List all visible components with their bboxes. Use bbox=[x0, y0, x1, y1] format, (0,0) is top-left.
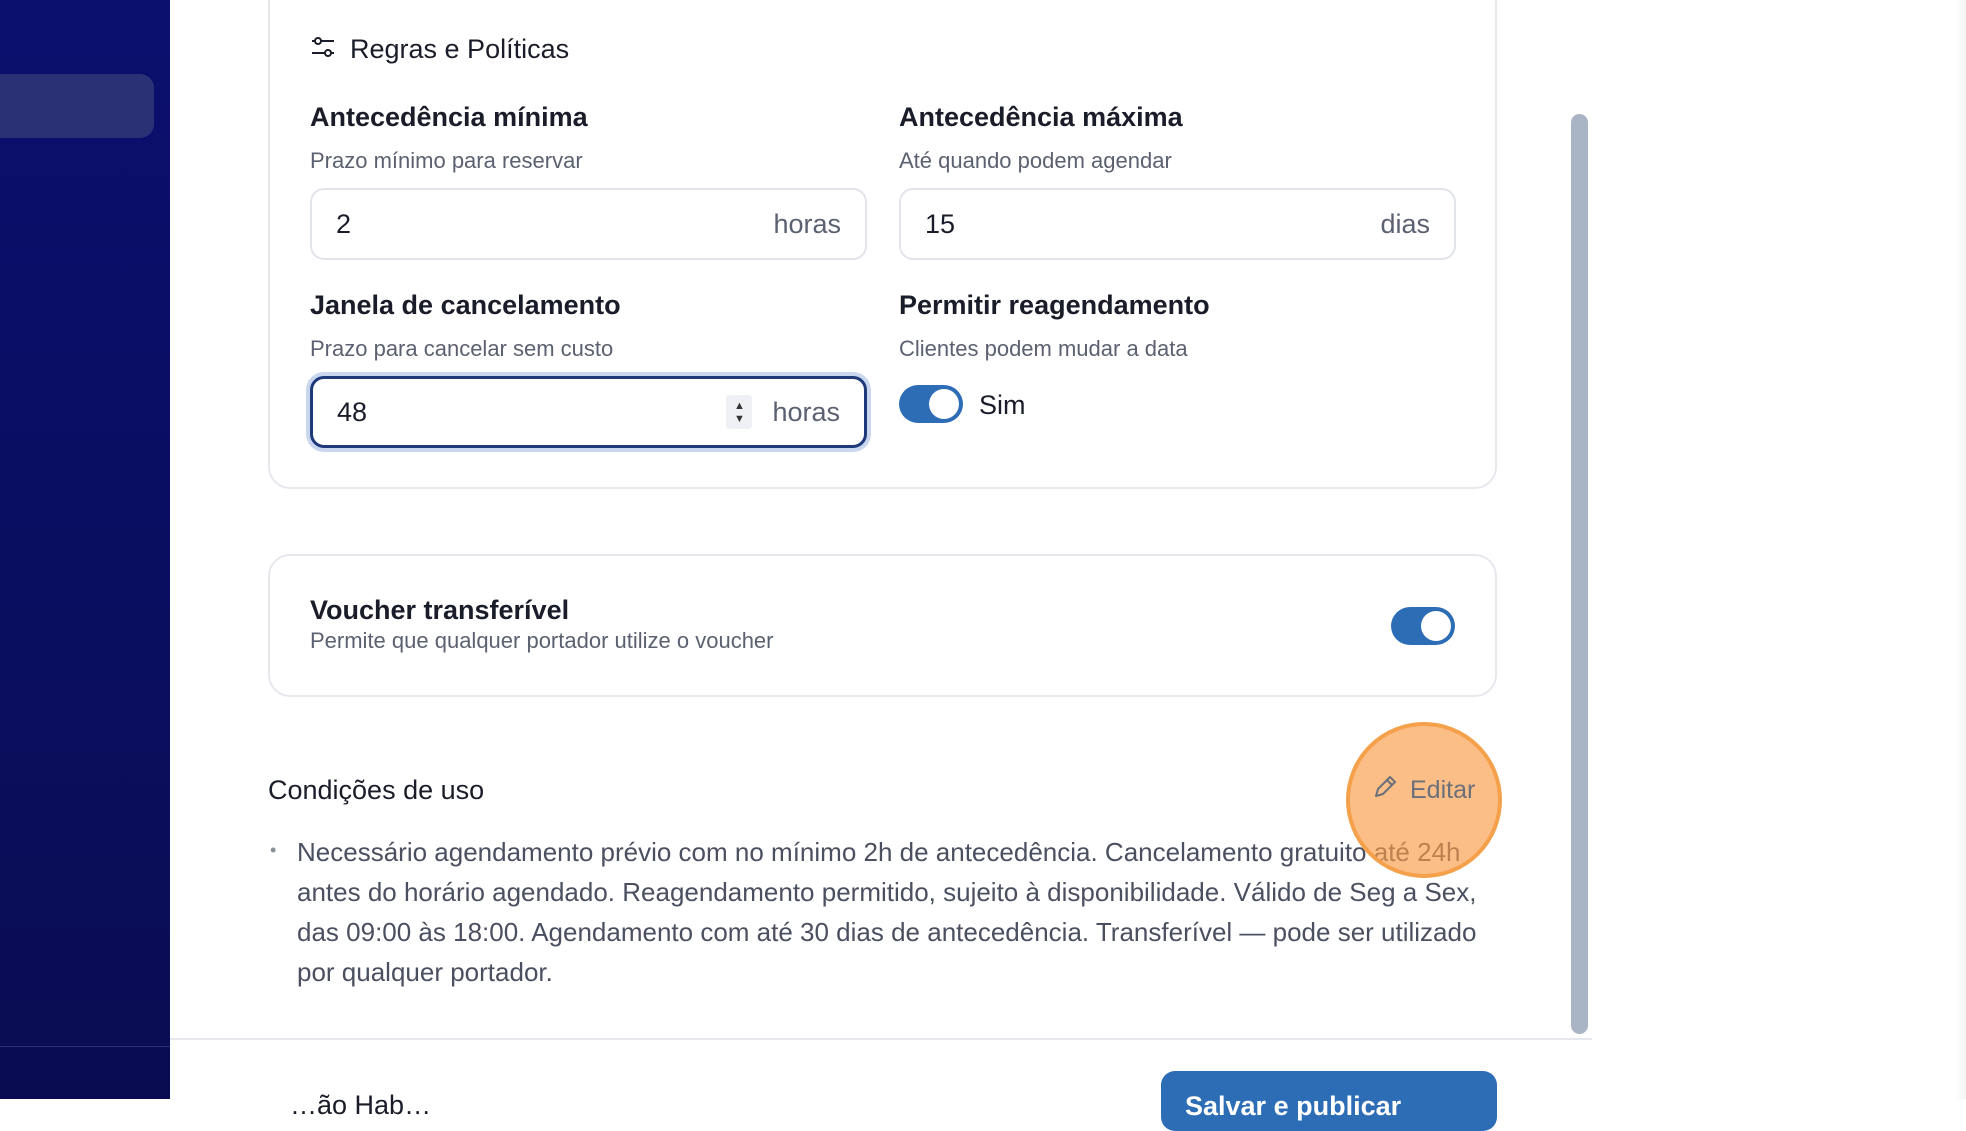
voucher-title: Voucher transferível bbox=[310, 595, 570, 625]
max-advance-value: 15 bbox=[925, 208, 956, 239]
number-stepper[interactable]: ▲ ▼ bbox=[726, 395, 753, 429]
footer-divider bbox=[170, 1038, 1592, 1040]
sidebar bbox=[0, 0, 170, 1099]
cancel-window-unit: horas bbox=[772, 396, 840, 427]
rules-section-header: Regras e Políticas bbox=[310, 34, 569, 65]
cancel-window-value: 48 bbox=[337, 396, 368, 427]
min-advance-input[interactable]: 2 horas bbox=[310, 188, 867, 260]
reschedule-toggle-label: Sim bbox=[979, 390, 1026, 420]
max-advance-help: Até quando podem agendar bbox=[899, 148, 1172, 173]
max-advance-unit: dias bbox=[1380, 208, 1430, 239]
min-advance-help: Prazo mínimo para reservar bbox=[310, 148, 583, 173]
edit-conditions-button[interactable]: Editar bbox=[1370, 772, 1475, 809]
footer-left-text: …ão Hab… bbox=[290, 1090, 432, 1120]
stepper-up-icon[interactable]: ▲ bbox=[734, 400, 745, 411]
sidebar-active-item[interactable] bbox=[0, 74, 154, 138]
reschedule-toggle[interactable] bbox=[899, 385, 963, 423]
max-advance-label: Antecedência máxima bbox=[899, 102, 1183, 132]
right-pane bbox=[1592, 0, 1966, 1099]
conditions-title: Condições de uso bbox=[268, 775, 485, 805]
reschedule-label: Permitir reagendamento bbox=[899, 290, 1210, 320]
voucher-description: Permite que qualquer portador utilize o … bbox=[310, 628, 774, 653]
edit-label: Editar bbox=[1410, 776, 1476, 804]
min-advance-value: 2 bbox=[336, 208, 352, 239]
pencil-icon bbox=[1370, 772, 1400, 809]
min-advance-label: Antecedência mínima bbox=[310, 102, 588, 132]
max-advance-input[interactable]: 15 dias bbox=[899, 188, 1456, 260]
cancel-window-input[interactable]: 48 ▲ ▼ horas bbox=[310, 376, 867, 448]
sliders-icon bbox=[310, 34, 336, 65]
conditions-bullet: • bbox=[270, 840, 277, 860]
cancel-window-label: Janela de cancelamento bbox=[310, 290, 621, 320]
scrollbar-thumb[interactable] bbox=[1571, 114, 1588, 1034]
cancel-window-help: Prazo para cancelar sem custo bbox=[310, 336, 614, 361]
sidebar-divider bbox=[0, 1046, 170, 1047]
voucher-toggle[interactable] bbox=[1391, 607, 1455, 645]
conditions-text: Necessário agendamento prévio com no mín… bbox=[297, 837, 1477, 987]
min-advance-unit: horas bbox=[773, 208, 841, 239]
stepper-down-icon[interactable]: ▼ bbox=[734, 413, 745, 424]
reschedule-help: Clientes podem mudar a data bbox=[899, 336, 1188, 361]
rules-section-title: Regras e Políticas bbox=[350, 34, 570, 64]
save-publish-button[interactable]: Salvar e publicar bbox=[1161, 1071, 1497, 1131]
